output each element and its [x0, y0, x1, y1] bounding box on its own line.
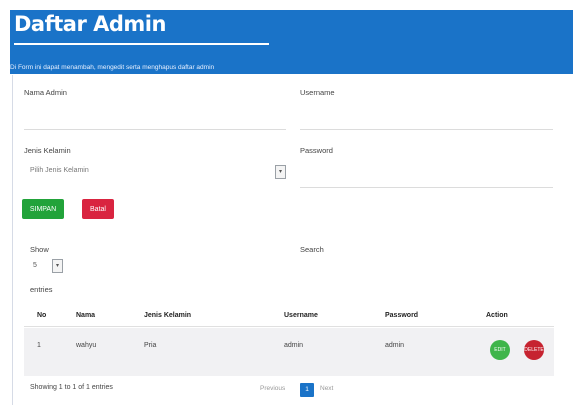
cell-jenis-kelamin: Pria [144, 342, 157, 349]
column-header[interactable]: Username [284, 312, 318, 319]
jenis-kelamin-placeholder: Pilih Jenis Kelamin [30, 167, 89, 174]
table-header: No Nama Jenis Kelamin Username Password … [24, 306, 554, 327]
nama-admin-label: Nama Admin [24, 88, 67, 97]
page-button-current[interactable]: 1 [300, 383, 314, 397]
cancel-button[interactable]: Batal [82, 199, 114, 219]
cell-no: 1 [37, 342, 41, 349]
previous-button[interactable]: Previous [260, 385, 285, 392]
content-border [12, 75, 13, 405]
column-header[interactable]: No [37, 312, 46, 319]
edit-icon[interactable]: EDIT [490, 340, 510, 360]
show-label: Show [30, 245, 49, 254]
password-input[interactable] [300, 187, 553, 188]
column-header[interactable]: Jenis Kelamin [144, 312, 191, 319]
search-input[interactable] [300, 262, 553, 263]
column-header[interactable]: Password [385, 312, 418, 319]
jenis-kelamin-select[interactable]: Pilih Jenis Kelamin ▾ [24, 160, 286, 182]
next-button[interactable]: Next [320, 385, 333, 392]
entries-length-select[interactable]: 5 ▾ [30, 259, 63, 273]
username-label: Username [300, 88, 335, 97]
nama-admin-input[interactable] [24, 129, 286, 130]
cell-nama: wahyu [76, 342, 97, 349]
cell-username: admin [284, 342, 304, 349]
entries-label: entries [30, 285, 53, 294]
username-input[interactable] [300, 129, 553, 130]
delete-icon[interactable]: DELETE [524, 340, 544, 360]
table-row: 1 wahyu Pria admin admin EDIT DELETE [24, 328, 554, 376]
column-header[interactable]: Nama [76, 312, 95, 319]
jenis-kelamin-label: Jenis Kelamin [24, 146, 71, 155]
cell-password: admin [385, 342, 405, 349]
entries-length-value: 5 [33, 262, 37, 269]
table-info: Showing 1 to 1 of 1 entries [30, 384, 113, 391]
save-button[interactable]: SIMPAN [22, 199, 64, 219]
title-underline [14, 43, 269, 45]
password-label: Password [300, 146, 333, 155]
chevron-down-icon: ▾ [52, 259, 63, 273]
column-header: Action [486, 312, 508, 319]
page-description: Di Form ini dapat menambah, mengedit ser… [10, 64, 215, 71]
chevron-down-icon: ▾ [275, 165, 286, 179]
search-label: Search [300, 245, 324, 254]
page-header: Daftar Admin Di Form ini dapat menambah,… [10, 10, 573, 74]
page-title: Daftar Admin [14, 12, 166, 36]
